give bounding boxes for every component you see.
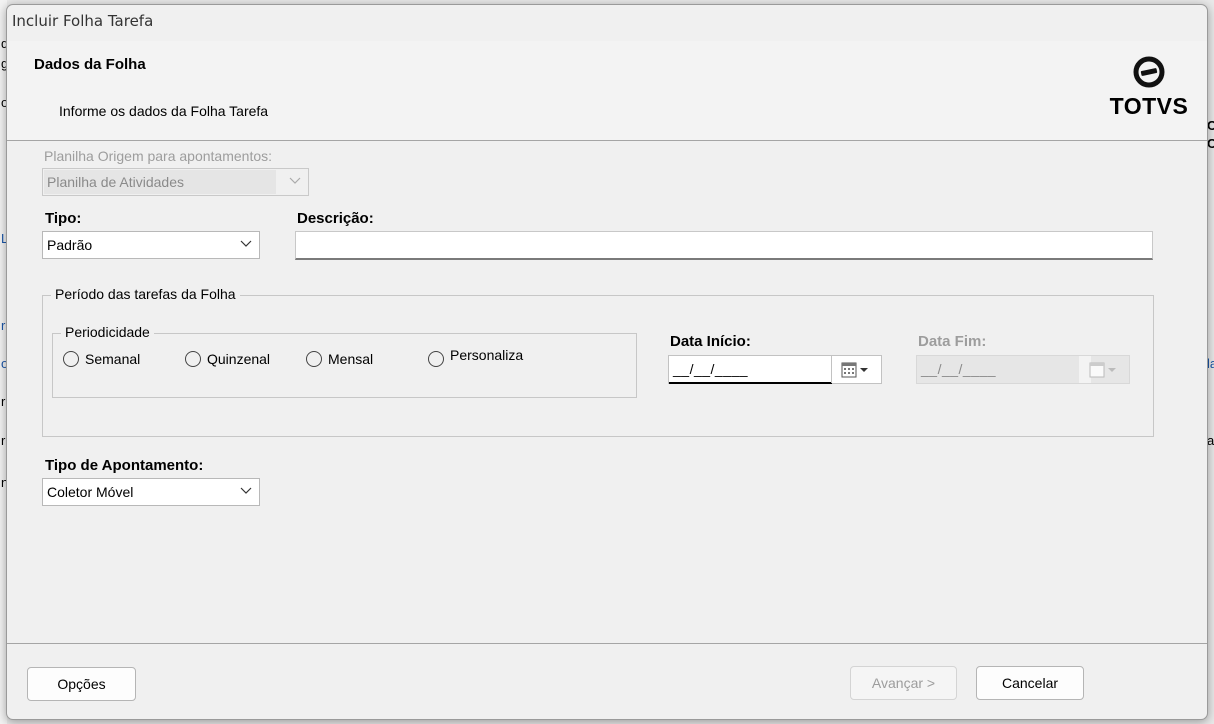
header-subtitle: Informe os dados da Folha Tarefa <box>59 103 269 119</box>
radio-personaliza[interactable]: Personaliza <box>428 345 548 367</box>
field-separator <box>831 356 832 383</box>
data-fim-label: Data Fim: <box>918 333 987 350</box>
chevron-down-icon <box>240 487 252 494</box>
totvs-logo-icon <box>1133 56 1165 88</box>
radio-circle <box>63 351 79 367</box>
tipo-select-value: Padrão <box>47 237 93 253</box>
periodicidade-group-title: Periodicidade <box>61 324 154 340</box>
data-inicio-input[interactable]: __/__/____ <box>668 355 882 384</box>
data-fim-input: __/__/____ <box>916 355 1130 384</box>
background-text: la <box>1207 356 1214 371</box>
data-fim-value: __/__/____ <box>921 361 997 377</box>
origem-select: Planilha de Atividades <box>42 168 309 196</box>
footer-divider <box>7 643 1207 644</box>
tipo-select[interactable]: Padrão <box>42 231 260 259</box>
tipo-label: Tipo: <box>45 210 82 227</box>
tipo-apontamento-value: Coletor Móvel <box>47 484 134 500</box>
window-title: Incluir Folha Tarefa <box>12 12 154 30</box>
radio-circle <box>428 351 444 367</box>
next-button[interactable]: Avançar > <box>850 666 957 700</box>
origem-label: Planilha Origem para apontamentos: <box>44 148 273 164</box>
radio-mensal[interactable]: Mensal <box>306 349 396 371</box>
title-bar[interactable]: Incluir Folha Tarefa <box>7 5 1207 41</box>
radio-label: Semanal <box>85 351 141 367</box>
descricao-label: Descrição: <box>297 210 374 227</box>
radio-quinzenal[interactable]: Quinzenal <box>185 349 295 371</box>
logo-text: TOTVS <box>1109 93 1189 119</box>
calendar-dropdown-icon[interactable] <box>841 362 873 378</box>
background-text: r <box>1 394 6 409</box>
radio-label: Personaliza <box>450 347 524 363</box>
data-inicio-label: Data Início: <box>670 333 751 350</box>
radio-label: Quinzenal <box>207 351 271 367</box>
header-title: Dados da Folha <box>34 56 146 73</box>
radio-label: Mensal <box>328 351 374 367</box>
radio-circle <box>185 351 201 367</box>
background-text: al <box>1207 433 1214 448</box>
cancel-button[interactable]: Cancelar <box>976 666 1084 700</box>
tipo-apontamento-label: Tipo de Apontamento: <box>45 457 204 474</box>
background-text: r <box>1 318 6 333</box>
input-focus-underline <box>669 382 832 384</box>
background-text: C <box>1207 136 1214 151</box>
origem-select-value: Planilha de Atividades <box>47 174 184 190</box>
wizard-header: Dados da Folha Informe os dados da Folha… <box>7 41 1207 141</box>
dialog-window: Incluir Folha Tarefa Dados da Folha Info… <box>6 4 1208 720</box>
totvs-logo: TOTVS <box>1107 55 1191 120</box>
data-inicio-value: __/__/____ <box>673 361 749 377</box>
tipo-apontamento-select[interactable]: Coletor Móvel <box>42 478 260 506</box>
chevron-down-icon <box>289 177 301 184</box>
chevron-down-icon <box>240 240 252 247</box>
calendar-dropdown-icon <box>1089 362 1116 378</box>
options-button[interactable]: Opções <box>27 667 136 701</box>
background-text: r <box>1 433 6 448</box>
radio-circle <box>306 351 322 367</box>
background-text: C <box>1207 118 1214 133</box>
descricao-input[interactable] <box>295 231 1153 260</box>
radio-semanal[interactable]: Semanal <box>63 349 163 371</box>
periodo-group-title: Período das tarefas da Folha <box>51 286 240 302</box>
